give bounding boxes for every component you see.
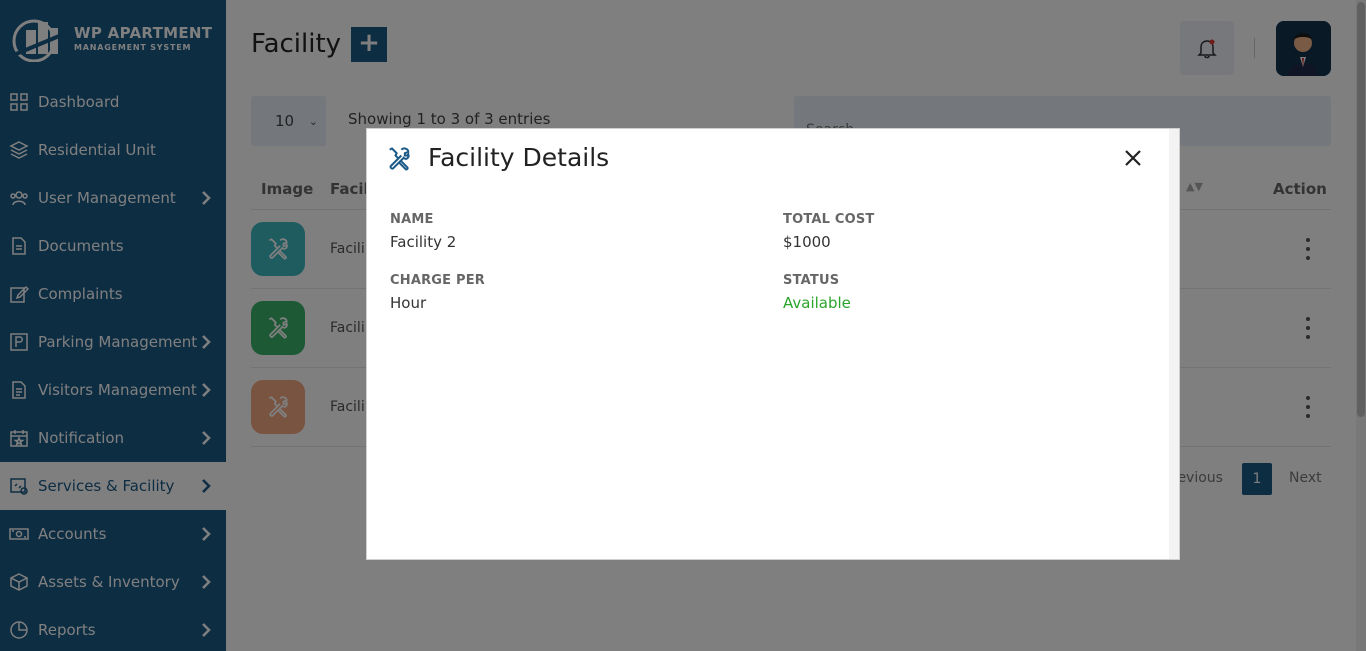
tools-icon xyxy=(389,147,410,171)
charge-per-label: CHARGE PER xyxy=(390,273,485,288)
close-icon[interactable] xyxy=(1124,149,1142,167)
charge-per-value: Hour xyxy=(390,294,427,312)
status-label: STATUS xyxy=(783,273,840,288)
name-label: NAME xyxy=(390,212,434,227)
modal-scrollbar[interactable] xyxy=(1169,129,1179,559)
total-cost-label: TOTAL COST xyxy=(783,212,875,227)
status-value: Available xyxy=(783,294,851,312)
modal-title: Facility Details xyxy=(428,143,610,172)
total-cost-value: $1000 xyxy=(783,233,831,251)
facility-details-modal: Facility Details NAME Facility 2 TOTAL C… xyxy=(366,128,1180,560)
name-value: Facility 2 xyxy=(390,233,457,251)
